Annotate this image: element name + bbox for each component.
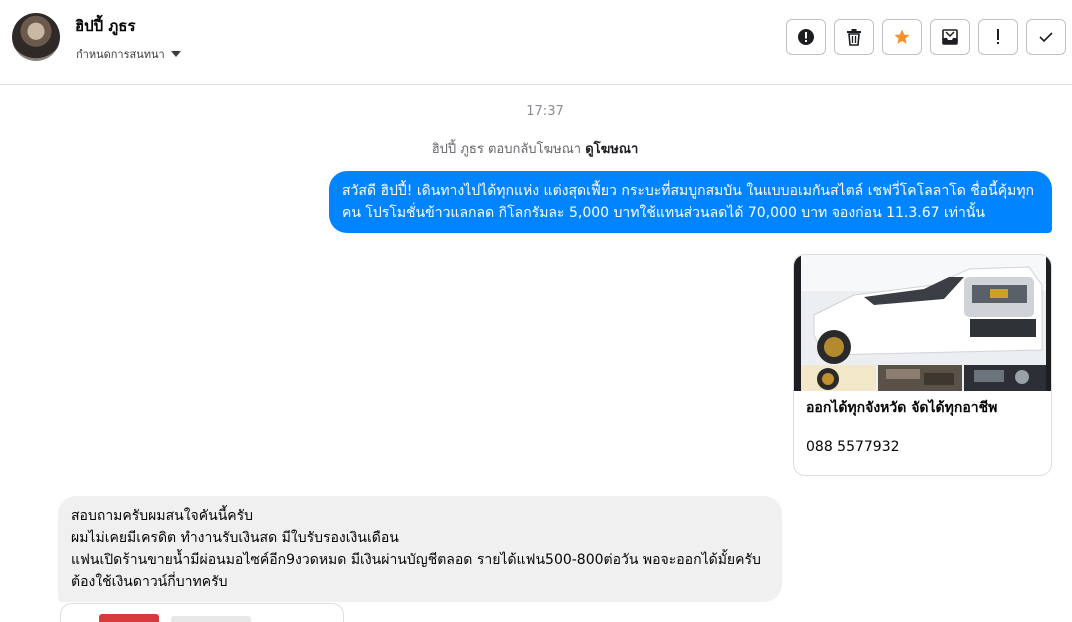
report-button[interactable]: [786, 19, 826, 55]
mark-unread-icon: [942, 29, 958, 45]
star-icon: [894, 29, 910, 44]
attachment-preview-graphic: [99, 614, 159, 622]
attachment-preview-graphic: [171, 616, 251, 622]
mark-unread-button[interactable]: [930, 19, 970, 55]
attachment-card-partial[interactable]: [60, 603, 344, 622]
conversation-settings-dropdown[interactable]: กำหนดการสนทนา: [76, 45, 181, 63]
mark-done-button[interactable]: [1026, 19, 1066, 55]
message-line: แฟนเปิดร้านขายน้ำมีผ่อนมอไซค์อีก9งวดหมด …: [71, 552, 761, 590]
contact-name[interactable]: ฮิปปี้ ภูธร: [75, 14, 136, 38]
conversation-settings-label: กำหนดการสนทนา: [76, 48, 165, 61]
alert-circle-icon: [798, 29, 814, 45]
exclamation-icon: [997, 29, 999, 44]
star-button[interactable]: [882, 19, 922, 55]
conversation-header: ฮิปปี้ ภูธร กำหนดการสนทนา: [0, 0, 1072, 85]
message-timestamp: 17:37: [526, 104, 564, 119]
ad-reply-note: ฮิปปี้ ภูธร ตอบกลับโฆษณา ดูโฆษณา: [0, 138, 1070, 159]
caret-down-icon: [170, 51, 181, 57]
ad-reply-text: ฮิปปี้ ภูธร ตอบกลับโฆษณา: [431, 142, 582, 157]
trash-icon: [847, 29, 861, 46]
ad-car-image[interactable]: [794, 255, 1051, 391]
ad-card-phone[interactable]: 088 5577932: [806, 439, 900, 455]
flag-important-button[interactable]: [978, 19, 1018, 55]
message-line: สอบถามครับผมสนใจคันนี้ครับ: [71, 508, 254, 524]
contact-avatar[interactable]: [12, 13, 60, 61]
action-toolbar: [786, 19, 1066, 55]
outgoing-message-bubble[interactable]: สวัสดี ฮิปปี้! เดินทางไปได้ทุกแห่ง แต่งส…: [329, 171, 1052, 233]
ad-card[interactable]: ออกได้ทุกจังหวัด จัดได้ทุกอาชีพ 088 5577…: [793, 254, 1052, 476]
incoming-message-bubble[interactable]: สอบถามครับผมสนใจคันนี้ครับ ผมไม่เคยมีเคร…: [58, 496, 782, 602]
car-photo-icon: [794, 255, 1051, 391]
message-line: ผมไม่เคยมีเครดิต ทำงานรับเงินสด มีใบรับร…: [71, 530, 399, 546]
delete-button[interactable]: [834, 19, 874, 55]
view-ad-link[interactable]: ดูโฆษณา: [585, 142, 638, 157]
check-icon: [1039, 32, 1053, 43]
ad-card-title: ออกได้ทุกจังหวัด จัดได้ทุกอาชีพ: [806, 400, 998, 416]
